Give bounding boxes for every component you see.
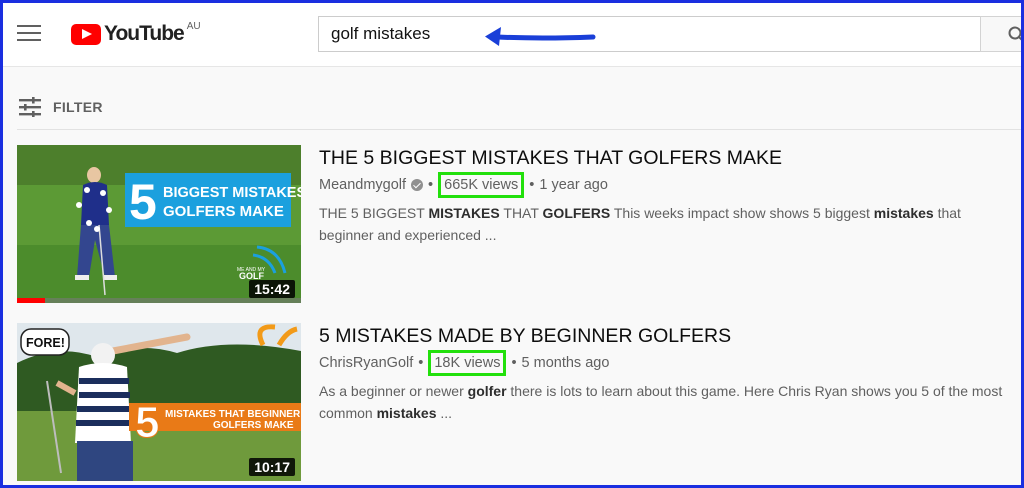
video-info: THE 5 BIGGEST MISTAKES THAT GOLFERS MAKE… [319,145,1019,246]
search-icon [1008,26,1021,41]
video-result: FORE! 5 MISTAKES THAT BEGINNER GOLFERS M… [17,323,1017,483]
video-description: As a beginner or newer golfer there is l… [319,380,1009,424]
filter-button[interactable]: FILTER [19,95,103,119]
watch-progress-track [17,298,301,303]
video-description: THE 5 BIGGEST MISTAKES THAT GOLFERS This… [319,202,1009,246]
watch-progress-bar [17,298,46,303]
video-info: 5 MISTAKES MADE BY BEGINNER GOLFERS Chri… [319,323,1019,424]
video-thumbnail[interactable]: 5 BIGGEST MISTAKES GOLFERS MAKE ME AND M… [17,145,301,303]
description-text: THAT [499,205,543,221]
video-result: 5 BIGGEST MISTAKES GOLFERS MAKE ME AND M… [17,145,1017,305]
thumbnail-bubble-text: FORE! [26,336,65,350]
channel-name[interactable]: Meandmygolf [319,177,406,193]
filter-divider [17,129,1021,130]
filter-sliders-icon [19,97,41,117]
annotation-arrow-icon [485,27,596,46]
description-text: This weeks impact show shows 5 biggest [610,205,874,221]
youtube-play-icon [71,24,101,45]
thumbnail-banner-line2: GOLFERS MAKE [163,203,284,220]
description-keyword: GOLFERS [542,205,611,221]
description-keyword: mistakes [376,405,437,421]
meta-separator: • [428,177,434,193]
upload-age: 5 months ago [521,355,610,371]
meta-separator: • [511,355,517,371]
search-input[interactable]: golf mistakes [318,16,981,52]
description-text: THE 5 BIGGEST [319,205,429,221]
description-text: As a beginner or newer [319,383,468,399]
thumbnail-banner-line1: BIGGEST MISTAKES [163,185,301,201]
view-count: 665K views [438,172,525,198]
description-text: ... [436,405,453,421]
video-meta: ChrisRyanGolf • 18K views • 5 months ago [319,350,1019,376]
hamburger-menu-icon[interactable] [17,25,41,43]
video-duration: 15:42 [249,280,295,298]
video-title[interactable]: THE 5 BIGGEST MISTAKES THAT GOLFERS MAKE [319,145,1019,171]
thumbnail-banner-line1: MISTAKES THAT BEGINNER [165,409,301,420]
filter-label: FILTER [53,99,103,115]
video-thumbnail[interactable]: FORE! 5 MISTAKES THAT BEGINNER GOLFERS M… [17,323,301,481]
region-code: AU [186,21,201,32]
description-keyword: golfer [467,383,507,399]
search-button[interactable] [980,16,1021,52]
youtube-logo[interactable]: YouTube AU [71,21,201,49]
description-keyword: mistakes [873,205,934,221]
channel-name[interactable]: ChrisRyanGolf [319,355,413,371]
meta-separator: • [529,177,535,193]
thumbnail-big-number: 5 [129,174,157,230]
video-duration: 10:17 [249,458,295,476]
upload-age: 1 year ago [539,177,608,193]
logo-text: YouTube [104,22,185,45]
view-count: 18K views [428,350,507,376]
video-meta: Meandmygolf • 665K views • 1 year ago [319,172,1019,198]
thumbnail-big-number: 5 [135,398,159,447]
description-keyword: MISTAKES [428,205,500,221]
thumbnail-banner-line2: GOLFERS MAKE [213,420,294,431]
video-title[interactable]: 5 MISTAKES MADE BY BEGINNER GOLFERS [319,323,1019,349]
meta-separator: • [418,355,424,371]
verified-badge-icon [411,179,424,191]
screenshot-frame: YouTube AU golf mistakes FILTER 5 BIGGES… [0,0,1024,488]
